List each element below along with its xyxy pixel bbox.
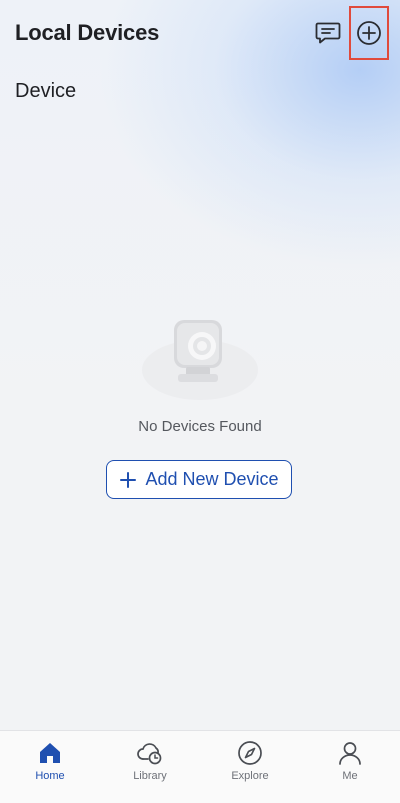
tab-library[interactable]: Library xyxy=(100,731,200,803)
tab-home-label: Home xyxy=(35,770,65,782)
tab-library-label: Library xyxy=(133,770,167,782)
tab-me[interactable]: Me xyxy=(300,731,400,803)
camera-illustration xyxy=(140,312,260,402)
person-icon xyxy=(339,742,361,765)
section-title-device: Device xyxy=(15,80,77,102)
page-title: Local Devices xyxy=(15,20,160,45)
home-icon xyxy=(40,743,60,763)
messages-button[interactable] xyxy=(311,16,345,50)
tab-home[interactable]: Home xyxy=(0,731,100,803)
tab-explore[interactable]: Explore xyxy=(200,731,300,803)
cloud-clock-icon xyxy=(137,743,162,765)
plus-circle-icon xyxy=(357,21,381,45)
add-new-device-label: Add New Device xyxy=(145,469,279,489)
add-new-device-button[interactable]: Add New Device xyxy=(106,460,292,499)
bottom-tab-bar: Home Library Explore Me xyxy=(0,730,400,803)
message-icon xyxy=(315,22,341,44)
plus-icon xyxy=(120,471,137,488)
compass-icon xyxy=(238,741,262,765)
empty-state-text: No Devices Found xyxy=(138,418,262,435)
tab-explore-label: Explore xyxy=(231,770,269,782)
tab-me-label: Me xyxy=(342,770,358,782)
header: Local Devices xyxy=(0,0,400,66)
add-device-header-button[interactable] xyxy=(349,6,389,60)
